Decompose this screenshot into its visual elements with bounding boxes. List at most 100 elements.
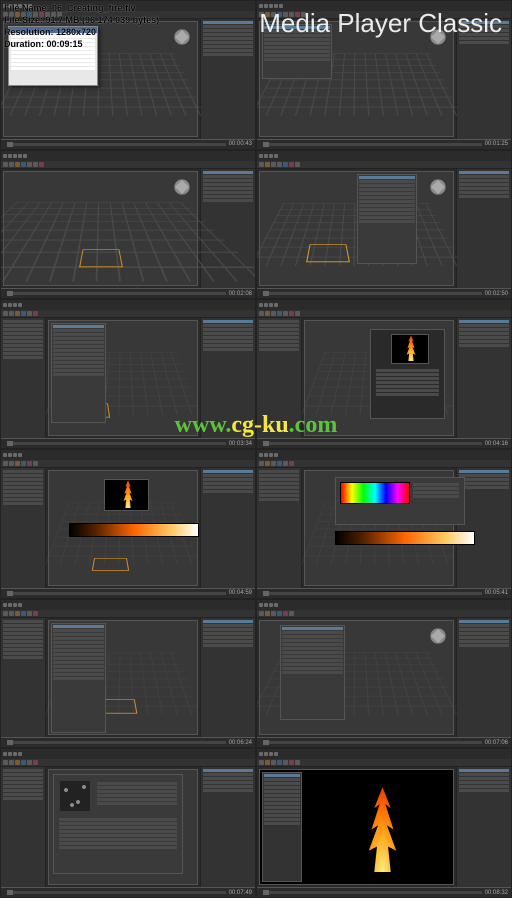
app-menubar <box>257 300 511 310</box>
thumbnail[interactable]: 00:05:41 <box>256 449 512 599</box>
command-panel[interactable] <box>456 318 511 438</box>
time-slider[interactable] <box>263 442 482 445</box>
thumbnail[interactable]: 00:07:06 <box>256 599 512 749</box>
command-panel[interactable] <box>456 618 511 738</box>
view-cube-icon[interactable] <box>173 178 191 196</box>
watermark: www.cg-ku.com <box>175 412 338 439</box>
filesize-label: File Size: <box>4 15 43 25</box>
thumbnail[interactable]: 00:02:50 <box>256 150 512 300</box>
viewport[interactable] <box>3 171 198 287</box>
timestamp: 00:01:25 <box>485 141 508 147</box>
filename-value: 06_Creating_fire.flv <box>52 3 136 13</box>
left-panel[interactable] <box>1 318 46 438</box>
color-picker-dialog[interactable] <box>335 477 465 525</box>
thumbnail[interactable]: 00:04:59 <box>0 449 256 599</box>
time-slider[interactable] <box>7 292 226 295</box>
render-dialog[interactable] <box>370 329 445 419</box>
command-panel[interactable] <box>200 19 255 139</box>
fire-icon <box>402 335 420 361</box>
duration-label: Duration: <box>4 39 44 49</box>
app-toolbar <box>1 460 255 468</box>
object-wireframe[interactable] <box>79 250 123 268</box>
render-preview <box>391 334 429 364</box>
app-toolbar <box>1 759 255 767</box>
command-panel[interactable] <box>456 169 511 289</box>
time-slider[interactable] <box>7 143 226 146</box>
time-slider[interactable] <box>7 442 226 445</box>
time-slider[interactable] <box>263 592 482 595</box>
time-slider[interactable] <box>7 741 226 744</box>
command-panel[interactable] <box>200 767 255 887</box>
thumbnail[interactable]: 00:07:49 <box>0 748 256 898</box>
resolution-label: Resolution: <box>4 27 54 37</box>
app-toolbar <box>1 161 255 169</box>
thumbnail[interactable]: 00:06:24 <box>0 599 256 749</box>
timeline-bar[interactable]: 00:04:16 <box>257 438 511 448</box>
time-slider[interactable] <box>7 891 226 894</box>
render-settings-panel[interactable] <box>262 772 302 882</box>
watermark-mid: cg-ku <box>231 412 288 438</box>
object-wireframe[interactable] <box>92 558 129 571</box>
left-panel[interactable] <box>1 618 46 738</box>
time-slider[interactable] <box>263 292 482 295</box>
view-cube-icon[interactable] <box>173 28 191 46</box>
viewport[interactable] <box>259 620 454 736</box>
command-panel[interactable] <box>456 767 511 887</box>
command-panel[interactable] <box>200 618 255 738</box>
filesize-value: 91,7 MB (96 174 039 bytes) <box>46 15 160 25</box>
timestamp: 00:06:24 <box>229 740 252 746</box>
timeline-bar[interactable]: 00:02:50 <box>257 288 511 298</box>
viewport[interactable] <box>259 769 454 885</box>
color-spectrum[interactable] <box>340 482 410 504</box>
viewport[interactable] <box>48 470 198 586</box>
timeline-bar[interactable]: 00:06:24 <box>1 737 255 747</box>
app-toolbar <box>257 759 511 767</box>
time-slider[interactable] <box>7 592 226 595</box>
time-slider[interactable] <box>263 891 482 894</box>
view-cube-icon[interactable] <box>429 627 447 645</box>
object-wireframe[interactable] <box>306 245 350 263</box>
app-toolbar <box>257 460 511 468</box>
timeline-bar[interactable]: 00:00:43 <box>1 139 255 149</box>
timeline-bar[interactable]: 00:03:34 <box>1 438 255 448</box>
timestamp: 00:02:50 <box>485 291 508 297</box>
timeline-bar[interactable]: 00:07:06 <box>257 737 511 747</box>
filename-label: File Name: <box>4 3 50 13</box>
timeline-bar[interactable]: 00:05:41 <box>257 588 511 598</box>
view-cube-icon[interactable] <box>429 178 447 196</box>
left-panel[interactable] <box>257 468 302 588</box>
file-info-overlay: File Name: 06_Creating_fire.flv File Siz… <box>4 2 159 50</box>
time-slider[interactable] <box>263 143 482 146</box>
material-panel[interactable] <box>51 323 106 423</box>
gradient-ramp[interactable] <box>69 523 199 537</box>
scene-list-panel[interactable] <box>280 625 345 720</box>
timeline-bar[interactable]: 00:04:59 <box>1 588 255 598</box>
viewport[interactable] <box>48 769 198 885</box>
timestamp: 00:07:06 <box>485 740 508 746</box>
particle-panel[interactable] <box>357 174 417 264</box>
timeline-bar[interactable]: 00:08:32 <box>257 887 511 897</box>
left-panel[interactable] <box>1 468 46 588</box>
app-menubar <box>1 749 255 759</box>
player-title: Media Player Classic <box>259 8 502 39</box>
time-slider[interactable] <box>263 741 482 744</box>
app-menubar <box>1 151 255 161</box>
timestamp: 00:03:34 <box>229 441 252 447</box>
app-toolbar <box>1 610 255 618</box>
app-menubar <box>257 450 511 460</box>
timestamp: 00:08:32 <box>485 890 508 896</box>
timestamp: 00:07:49 <box>229 890 252 896</box>
timeline-bar[interactable]: 00:01:25 <box>257 139 511 149</box>
viewport[interactable] <box>259 171 454 287</box>
noise-dialog[interactable] <box>53 774 183 874</box>
thumbnail[interactable]: 00:02:08 <box>0 150 256 300</box>
thumbnail[interactable]: 00:08:32 <box>256 748 512 898</box>
params-panel[interactable] <box>51 623 106 733</box>
command-panel[interactable] <box>200 468 255 588</box>
gradient-ramp[interactable] <box>335 531 475 545</box>
timeline-bar[interactable]: 00:07:49 <box>1 887 255 897</box>
timeline-bar[interactable]: 00:02:08 <box>1 288 255 298</box>
viewport[interactable] <box>304 470 454 586</box>
left-panel[interactable] <box>1 767 46 887</box>
viewport[interactable] <box>48 620 198 736</box>
